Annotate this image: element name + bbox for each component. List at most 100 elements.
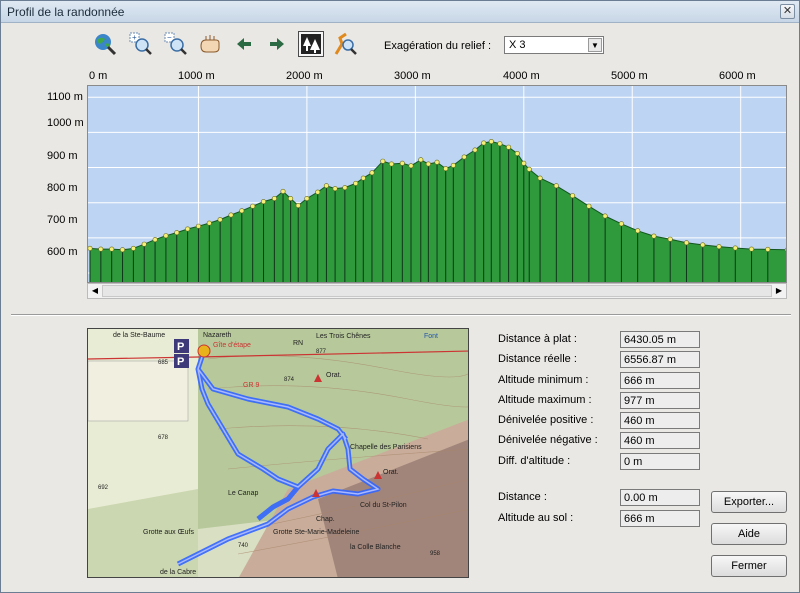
map-label: Grotte aux Œufs xyxy=(143,529,194,536)
elevation-point xyxy=(295,203,301,209)
elevation-point xyxy=(369,170,375,176)
elevation-point xyxy=(304,196,310,202)
stat-label: Altitude maximum : xyxy=(498,394,592,406)
elevation-point xyxy=(380,158,386,164)
elevation-point xyxy=(732,245,738,251)
scroll-left-icon[interactable]: ◀ xyxy=(88,284,102,298)
elevation-point xyxy=(434,159,440,165)
scrollbar-thumb[interactable] xyxy=(102,285,772,297)
elevation-point xyxy=(716,244,722,250)
elevation-point xyxy=(163,233,169,239)
elevation-point xyxy=(497,141,503,147)
y-tick-label: 800 m xyxy=(47,182,78,194)
map-label: Orat. xyxy=(326,372,342,379)
y-tick-label: 1100 m xyxy=(47,91,83,103)
route-zoom-icon[interactable] xyxy=(333,31,359,57)
stat-label: Altitude minimum : xyxy=(498,374,589,386)
forest-relief-icon[interactable] xyxy=(298,31,324,57)
stat-label: Distance à plat : xyxy=(498,333,577,345)
divider-highlight xyxy=(11,315,791,316)
elevation-point xyxy=(119,247,125,253)
elevation-point xyxy=(130,245,136,251)
elevation-point xyxy=(399,160,405,166)
y-tick-label: 1000 m xyxy=(47,117,84,129)
elevation-point xyxy=(109,246,115,252)
chevron-down-icon[interactable]: ▼ xyxy=(588,38,602,52)
exaggeration-select[interactable]: X 3 ▼ xyxy=(504,36,604,54)
elevation-point xyxy=(98,246,104,252)
svg-text:+: + xyxy=(132,33,137,42)
elevation-point xyxy=(683,240,689,246)
window-title: Profil de la randonnée xyxy=(7,5,125,19)
stat-value: 666 m xyxy=(620,372,700,389)
cursor-altitude-label: Altitude au sol : xyxy=(498,512,574,524)
elevation-point xyxy=(408,163,414,169)
map-label: de la Ste-Baume xyxy=(113,332,165,339)
hand-pan-icon[interactable] xyxy=(197,31,223,57)
stat-value: 6556.87 m xyxy=(620,351,700,368)
help-button[interactable]: Aide xyxy=(711,523,787,545)
zoom-in-icon[interactable]: + xyxy=(128,31,154,57)
horizontal-scrollbar[interactable]: ◀ ▶ xyxy=(87,283,787,299)
elevation-point xyxy=(217,217,223,223)
elevation-point xyxy=(87,245,93,251)
stat-value: 0 m xyxy=(620,453,700,470)
map-label: Le Canap xyxy=(228,490,258,497)
x-tick-label: 4000 m xyxy=(503,70,540,82)
elevation-point xyxy=(506,144,512,150)
export-button[interactable]: Exporter... xyxy=(711,491,787,513)
elevation-point xyxy=(514,151,520,157)
x-tick-label: 0 m xyxy=(89,70,108,82)
stat-label: Dénivelée positive : xyxy=(498,414,594,426)
stat-label: Diff. d'altitude : xyxy=(498,455,571,467)
cursor-distance-value: 0.00 m xyxy=(620,489,700,506)
map-label: 958 xyxy=(430,551,441,557)
stat-value: 977 m xyxy=(620,392,700,409)
zoom-out-icon[interactable]: − xyxy=(163,31,189,57)
y-tick-label: 900 m xyxy=(47,150,78,162)
elevation-point xyxy=(196,223,202,229)
elevation-point xyxy=(141,241,147,247)
elevation-point xyxy=(602,213,608,219)
exaggeration-value: X 3 xyxy=(509,39,526,51)
elevation-point xyxy=(239,208,245,214)
elevation-point xyxy=(353,180,359,186)
elevation-point xyxy=(271,196,277,202)
elevation-point xyxy=(748,246,754,252)
map-label: Gîte d'étape xyxy=(213,342,251,349)
arrow-left-icon[interactable] xyxy=(231,31,257,57)
map-label: 692 xyxy=(98,485,109,491)
map-label: 685 xyxy=(158,360,169,366)
elevation-point xyxy=(461,154,467,160)
elevation-point xyxy=(261,199,267,205)
elevation-point xyxy=(185,226,191,232)
elevation-point xyxy=(553,183,559,189)
elevation-point xyxy=(481,140,487,146)
elevation-point xyxy=(450,162,456,168)
elevation-point xyxy=(360,175,366,181)
map-label: Grotte Ste-Marie-Madeleine xyxy=(273,529,359,536)
elevation-point xyxy=(472,147,478,153)
elevation-point xyxy=(488,138,494,144)
elevation-point xyxy=(323,183,329,189)
map-label: 678 xyxy=(158,435,169,441)
map-label: Col du St-Pilon xyxy=(360,502,407,509)
x-tick-label: 3000 m xyxy=(394,70,431,82)
elevation-point xyxy=(700,242,706,248)
title-bar: Profil de la randonnée ✕ xyxy=(1,1,799,23)
globe-zoom-icon[interactable] xyxy=(92,31,118,57)
close-window-button[interactable]: ✕ xyxy=(780,4,795,19)
elevation-point xyxy=(765,246,771,252)
arrow-right-icon[interactable] xyxy=(264,31,290,57)
elevation-profile-chart[interactable] xyxy=(87,85,787,283)
map-label: Les Trois Chênes xyxy=(316,333,371,340)
stat-label: Dénivelée négative : xyxy=(498,434,598,446)
elevation-point xyxy=(443,166,449,172)
route-map[interactable]: P P de la Ste-Baume Nazareth Gîte d'étap… xyxy=(87,328,469,578)
stat-value: 460 m xyxy=(620,432,700,449)
close-button[interactable]: Fermer xyxy=(711,555,787,577)
scroll-right-icon[interactable]: ▶ xyxy=(772,284,786,298)
svg-text:P: P xyxy=(177,356,184,368)
stat-value: 6430.05 m xyxy=(620,331,700,348)
map-label: RN xyxy=(293,340,303,347)
